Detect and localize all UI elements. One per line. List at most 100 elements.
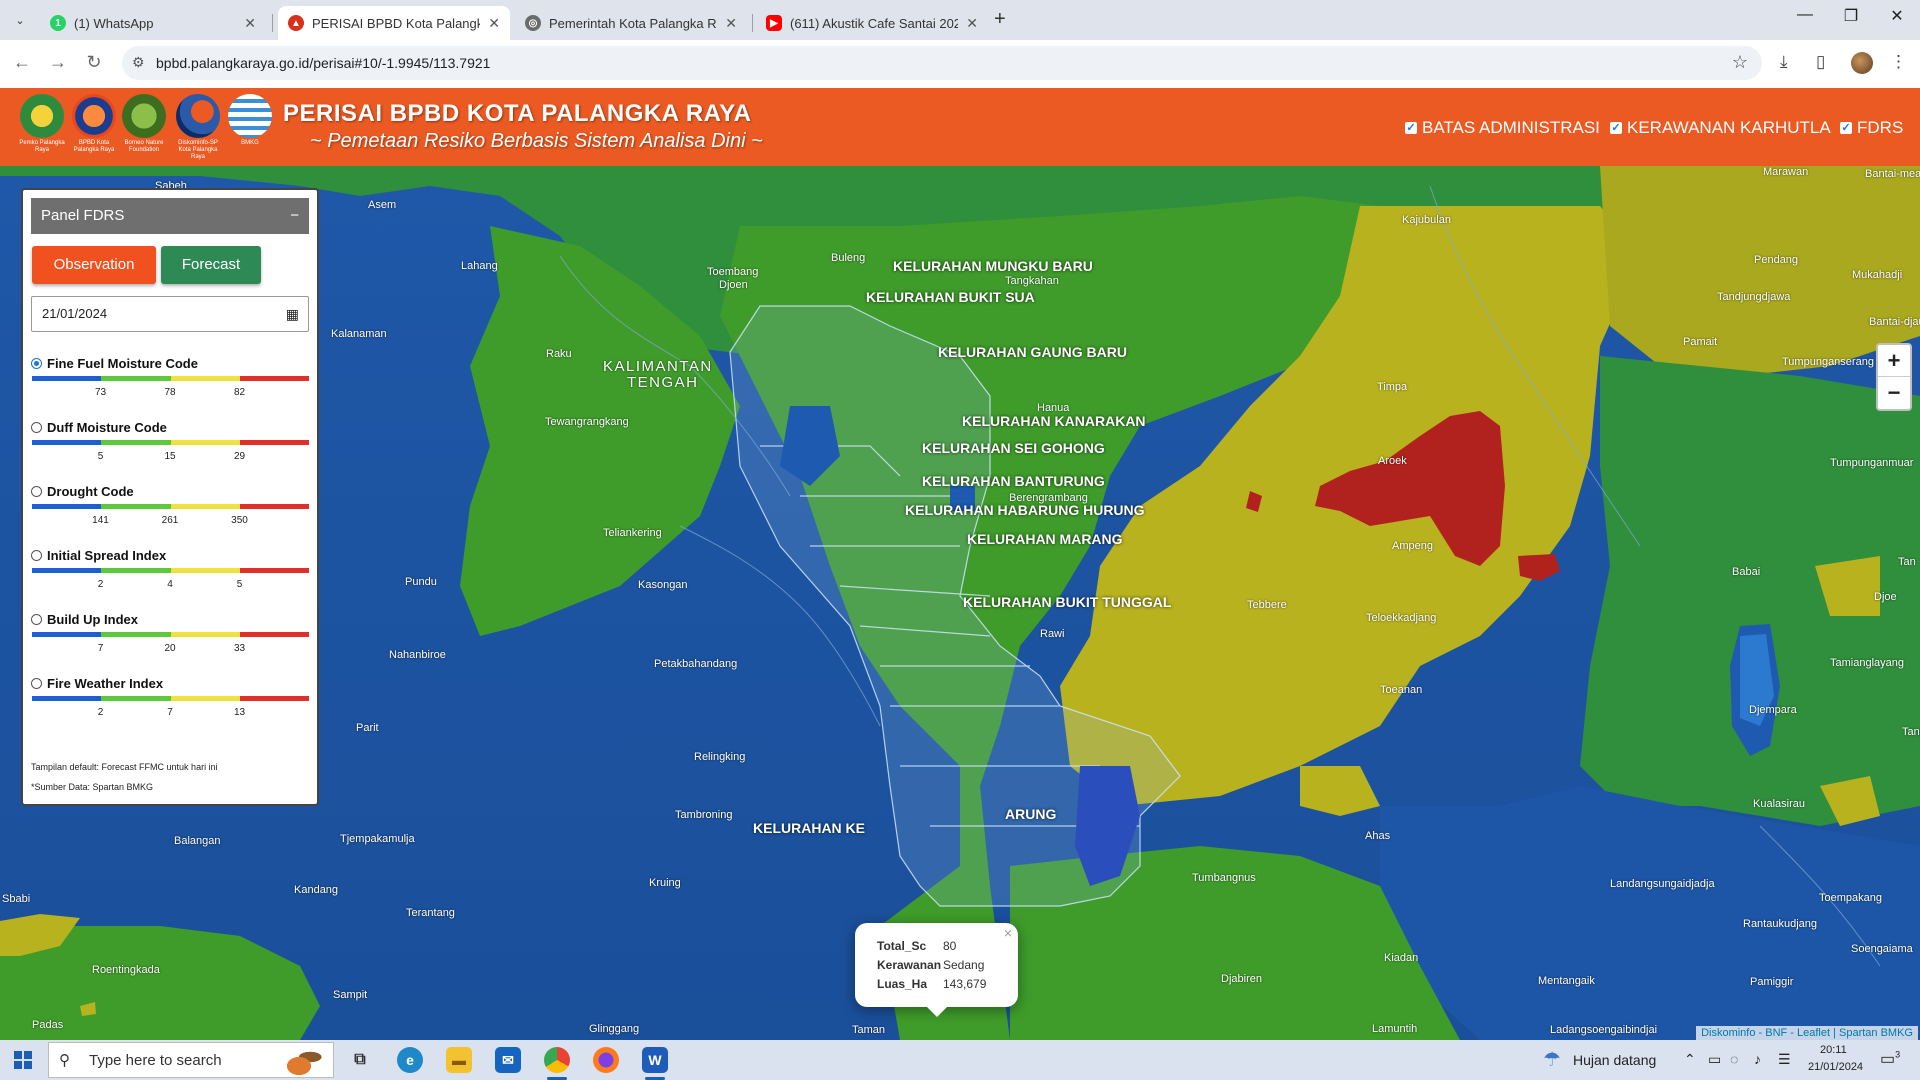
tab-divider	[752, 14, 753, 32]
mail-icon[interactable]: ✉	[495, 1047, 521, 1073]
place-label: Glinggang	[589, 1023, 640, 1035]
observation-button[interactable]: Observation	[32, 246, 156, 284]
notification-icon[interactable]: ▭3	[1880, 1049, 1900, 1069]
side-panel-icon[interactable]: ▯	[1816, 52, 1825, 72]
taskbar-search-box[interactable]: ⚲ Type here to search	[48, 1042, 334, 1078]
clock-date[interactable]: 21/01/2024	[1808, 1061, 1863, 1073]
close-window-button[interactable]: ✕	[1882, 6, 1912, 26]
back-arrow-icon[interactable]: ←	[10, 52, 34, 73]
bookmark-star-icon[interactable]: ☆	[1732, 52, 1748, 73]
tab-search-dropdown-icon[interactable]: ⌄	[10, 10, 30, 30]
radio-unselected-icon[interactable]	[31, 422, 42, 433]
weather-rain-icon[interactable]: ☂	[1543, 1047, 1561, 1072]
forecast-button[interactable]: Forecast	[161, 246, 261, 284]
file-explorer-icon[interactable]: ▬	[446, 1047, 472, 1073]
battery-icon[interactable]: ▭	[1708, 1051, 1721, 1068]
place-label: Djoe	[1874, 591, 1897, 603]
index-option-dmc[interactable]: Duff Moisture Code 5 15 29	[31, 420, 309, 462]
radio-selected-icon[interactable]	[31, 358, 42, 369]
checkbox-checked-icon[interactable]: ✓	[1405, 122, 1417, 134]
radio-unselected-icon[interactable]	[31, 614, 42, 625]
download-icon[interactable]: ⤓	[1780, 52, 1788, 72]
search-icon: ⚲	[59, 1052, 70, 1069]
profile-avatar[interactable]	[1851, 52, 1873, 74]
layer-toggle-kerawanan-karhutla[interactable]: ✓ KERAWANAN KARHUTLA	[1610, 118, 1831, 138]
edge-browser-icon[interactable]: e	[397, 1047, 423, 1073]
place-label: Tan	[1898, 556, 1916, 568]
new-tab-button[interactable]: +	[994, 8, 1006, 31]
tick-label: 20	[164, 643, 176, 654]
browser-tab-bar: ⌄ 1 (1) WhatsApp ✕ ▲ PERISAI BPBD Kota P…	[0, 0, 1920, 40]
zoom-in-button[interactable]: +	[1878, 345, 1910, 377]
layer-toggle-fdrs[interactable]: ✓ FDRS	[1840, 118, 1903, 138]
index-option-fwi[interactable]: Fire Weather Index 2 7 13	[31, 676, 309, 718]
logo-bmkg: BMKG	[226, 94, 274, 147]
map-attribution[interactable]: Diskominfo - BNF - Leaflet | Spartan BMK…	[1696, 1026, 1918, 1040]
restore-window-button[interactable]: ❐	[1836, 6, 1866, 26]
place-label: Landangsungaidjadja	[1610, 878, 1715, 890]
url-text[interactable]: bpbd.palangkaraya.go.id/perisai#10/-1.99…	[156, 55, 490, 71]
browser-toolbar: ← → ↻ ⚙ bpbd.palangkaraya.go.id/perisai#…	[0, 40, 1920, 89]
network-icon[interactable]: ◌	[1730, 1051, 1738, 1067]
tab-pemerintah[interactable]: ◎ Pemerintah Kota Palangka Raya ✕	[515, 6, 747, 40]
clock-time[interactable]: 20:11	[1820, 1044, 1847, 1056]
minimize-panel-button[interactable]: −	[290, 198, 299, 234]
place-label: Kajubulan	[1402, 214, 1451, 226]
forward-arrow-icon[interactable]: →	[46, 52, 70, 73]
close-icon[interactable]: ×	[1004, 925, 1012, 941]
place-label: Kualasirau	[1753, 798, 1805, 810]
logo-bnf: Borneo Nature Foundation	[120, 94, 168, 154]
tab-divider	[272, 14, 273, 32]
close-tab-icon[interactable]: ✕	[244, 15, 256, 32]
place-label: Nahanbiroe	[389, 649, 446, 661]
chrome-browser-icon[interactable]	[544, 1047, 570, 1080]
place-label: Tamianglayang	[1830, 657, 1904, 669]
index-option-ffmc[interactable]: Fine Fuel Moisture Code 73 78 82	[31, 356, 309, 398]
place-label: Tandjungdjawa	[1717, 291, 1791, 303]
index-option-dc[interactable]: Drought Code 141 261 350	[31, 484, 309, 526]
layer-toggle-batas-administrasi[interactable]: ✓ BATAS ADMINISTRASI	[1405, 118, 1600, 138]
chevron-up-icon[interactable]: ⌃	[1684, 1051, 1696, 1068]
color-scale-bar	[32, 632, 309, 637]
firefox-icon[interactable]	[593, 1047, 619, 1073]
address-bar[interactable]: ⚙ bpbd.palangkaraya.go.id/perisai#10/-1.…	[122, 46, 1762, 80]
close-tab-icon[interactable]: ✕	[966, 15, 978, 32]
word-icon[interactable]: W	[642, 1047, 668, 1080]
layer-label: FDRS	[1857, 118, 1904, 137]
calendar-icon[interactable]: ▦	[286, 297, 299, 331]
place-label: Parit	[356, 722, 379, 734]
zoom-control: + −	[1876, 343, 1912, 411]
site-info-icon[interactable]: ⚙	[132, 54, 145, 71]
zoom-out-button[interactable]: −	[1878, 377, 1910, 408]
volume-icon[interactable]: ♪	[1754, 1051, 1761, 1067]
tab-whatsapp[interactable]: 1 (1) WhatsApp ✕	[40, 6, 266, 40]
language-icon[interactable]: ☰	[1778, 1051, 1791, 1068]
diskominfo-logo-icon	[176, 94, 220, 138]
place-label: Berengrambang	[1009, 492, 1088, 504]
windows-start-icon[interactable]	[14, 1051, 32, 1069]
place-label: Hanua	[1037, 402, 1070, 414]
place-label: Taman	[852, 1024, 886, 1036]
checkbox-checked-icon[interactable]: ✓	[1840, 122, 1852, 134]
tab-perisai[interactable]: ▲ PERISAI BPBD Kota Palangka Ra ✕	[278, 6, 510, 40]
radio-unselected-icon[interactable]	[31, 486, 42, 497]
kelurahan-label: KELURAHAN SEI GOHONG	[922, 440, 1105, 456]
task-view-icon[interactable]: ⧉	[347, 1047, 373, 1073]
menu-kebab-icon[interactable]: ⋮	[1890, 52, 1907, 72]
checkbox-checked-icon[interactable]: ✓	[1610, 122, 1622, 134]
tab-youtube[interactable]: ▶ (611) Akustik Cafe Santai 2023 ✕	[756, 6, 988, 40]
date-input[interactable]: 21/01/2024 ▦	[31, 296, 309, 332]
index-option-isi[interactable]: Initial Spread Index 2 4 5	[31, 548, 309, 590]
place-label: Asem	[368, 199, 397, 211]
close-tab-icon[interactable]: ✕	[725, 15, 737, 32]
tab-title: (1) WhatsApp	[74, 15, 154, 31]
radio-unselected-icon[interactable]	[31, 678, 42, 689]
reload-icon[interactable]: ↻	[82, 52, 106, 73]
weather-text[interactable]: Hujan datang	[1573, 1052, 1656, 1068]
index-option-bui[interactable]: Build Up Index 7 20 33	[31, 612, 309, 654]
radio-unselected-icon[interactable]	[31, 550, 42, 561]
minimize-window-button[interactable]: —	[1790, 6, 1820, 24]
popup-key: Luas_Ha	[877, 977, 928, 991]
close-tab-icon[interactable]: ✕	[488, 15, 500, 32]
feature-popup: × Total_Sc 80 Kerawanan Sedang Luas_Ha 143,…	[855, 923, 1018, 1017]
